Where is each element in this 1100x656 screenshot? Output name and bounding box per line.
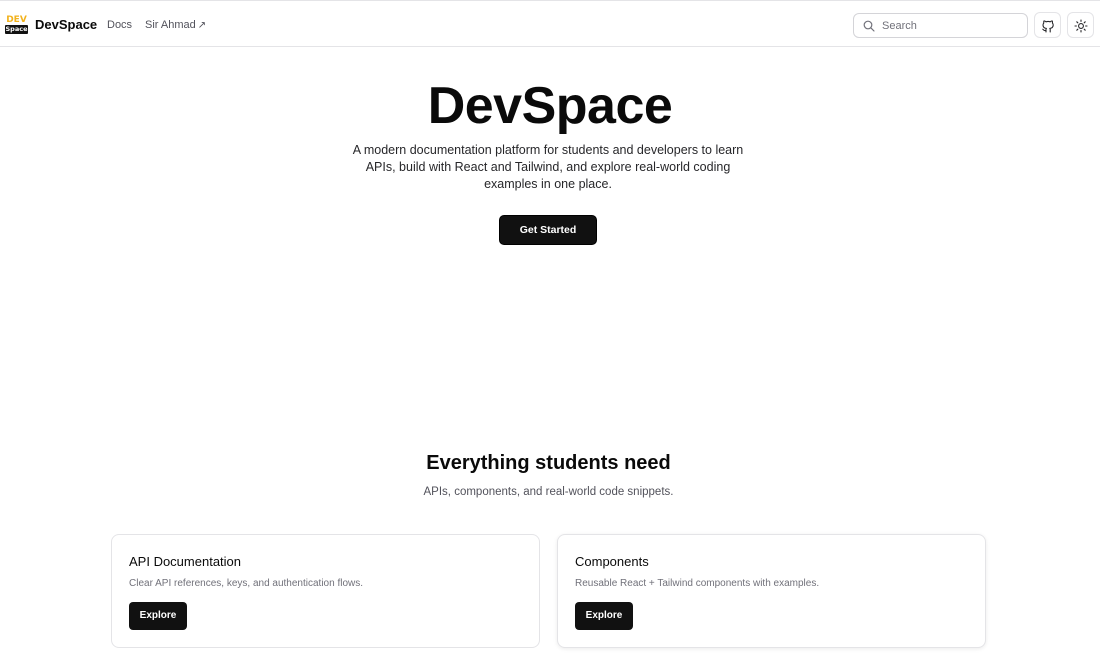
explore-button[interactable]: Explore xyxy=(129,602,187,630)
search-input[interactable]: Search xyxy=(853,13,1028,38)
logo-bottom-text: Space xyxy=(5,25,28,34)
hero-subtitle: A modern documentation platform for stud… xyxy=(352,143,744,191)
logo[interactable]: DEV Space xyxy=(5,16,28,34)
github-button[interactable] xyxy=(1034,12,1061,38)
top-navbar: DEV Space DevSpace Docs Sir Ahmad ↗ Searc… xyxy=(0,0,1100,47)
theme-toggle-button[interactable] xyxy=(1067,12,1094,38)
card-description: Reusable React + Tailwind components wit… xyxy=(575,578,820,589)
hero-title: DevSpace xyxy=(427,77,673,135)
arrow-up-right-icon: ↗ xyxy=(197,20,207,31)
feature-card-api-documentation: API Documentation Clear API references, … xyxy=(111,534,540,648)
github-icon xyxy=(1042,20,1054,33)
explore-button[interactable]: Explore xyxy=(575,602,633,630)
card-title: Components xyxy=(575,554,649,569)
get-started-button[interactable]: Get Started xyxy=(499,215,597,245)
brand-name[interactable]: DevSpace xyxy=(35,17,97,33)
nav-link-docs[interactable]: Docs xyxy=(107,18,132,32)
logo-top-text: DEV xyxy=(6,15,27,25)
feature-card-components: Components Reusable React + Tailwind com… xyxy=(557,534,986,648)
nav-link-sir-ahmad[interactable]: Sir Ahmad ↗ xyxy=(145,18,206,33)
sun-icon xyxy=(1074,19,1088,33)
card-description: Clear API references, keys, and authenti… xyxy=(129,578,364,589)
features-title: Everything students need xyxy=(426,452,671,474)
features-subtitle: APIs, components, and real-world code sn… xyxy=(423,486,674,498)
search-icon xyxy=(863,20,875,32)
search-placeholder: Search xyxy=(882,20,917,32)
nav-link-sir-ahmad-label: Sir Ahmad xyxy=(145,19,196,31)
card-title: API Documentation xyxy=(129,554,242,569)
